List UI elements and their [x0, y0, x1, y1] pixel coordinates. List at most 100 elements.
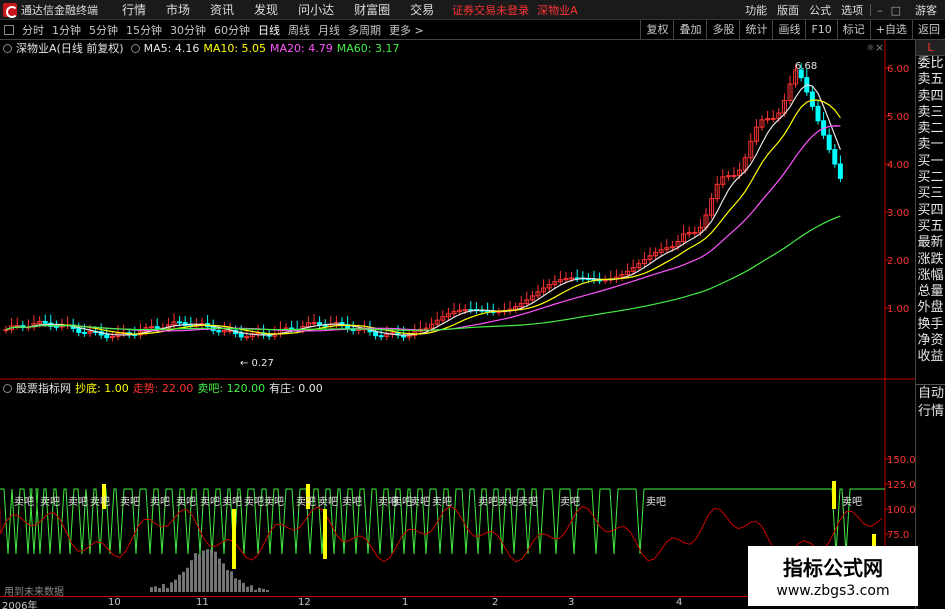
menu-item-wenxiaoda[interactable]: 问小达: [298, 1, 334, 18]
side-item[interactable]: 卖三: [916, 105, 945, 121]
candle-body: [827, 135, 831, 149]
side-item[interactable]: 卖四: [916, 89, 945, 105]
period-15min[interactable]: 15分钟: [126, 22, 162, 38]
btn-stats[interactable]: 统计: [739, 20, 772, 40]
btn-multi-stock[interactable]: 多股: [706, 20, 739, 40]
side-item[interactable]: 涨跌: [916, 252, 945, 268]
side-panel-head[interactable]: L: [916, 40, 945, 56]
btn-back[interactable]: 返回: [912, 20, 945, 40]
sell-label: 卖吧: [646, 496, 666, 508]
side-item[interactable]: 收益: [916, 349, 945, 365]
sell-label: 卖吧: [478, 496, 498, 508]
btn-f10[interactable]: F10: [805, 20, 836, 40]
period-1min[interactable]: 1分钟: [52, 22, 81, 38]
chart-area[interactable]: ⚛ × 卖吧 卖吧 卖吧 卖吧 卖吧 卖吧 卖吧 卖吧 卖吧 卖吧 卖吧 卖吧 卖吧 卖吧 卖吧 卖吧 卖吧 卖吧…: [0, 40, 915, 609]
btn-mark[interactable]: 标记: [837, 20, 870, 40]
menu-item-zixun[interactable]: 资讯: [210, 1, 234, 18]
menu-item-jiaoyi[interactable]: 交易: [410, 1, 434, 18]
close-icon[interactable]: ×: [875, 41, 884, 54]
menu-item-hangqing[interactable]: 行情: [122, 1, 146, 18]
side-item[interactable]: 委比: [916, 56, 945, 72]
legend-toggle-icon[interactable]: [3, 44, 12, 53]
ma-line: [6, 85, 840, 335]
moving-average-group: [6, 85, 840, 335]
side-item[interactable]: 买一: [916, 154, 945, 170]
volume-bar: [234, 578, 237, 592]
side-item[interactable]: 卖五: [916, 72, 945, 88]
date-label: 4: [676, 597, 682, 608]
volume-bar: [250, 585, 253, 592]
maximize-icon[interactable]: □: [891, 4, 901, 17]
sell-label: 卖吧: [432, 496, 452, 508]
side-item[interactable]: 买三: [916, 186, 945, 202]
period-60min[interactable]: 60分钟: [214, 22, 250, 38]
candle-body: [810, 92, 814, 106]
side-item[interactable]: 最新: [916, 235, 945, 251]
sell-label: 卖吧: [120, 496, 140, 508]
side-quote[interactable]: 行情: [916, 403, 945, 421]
sell-label: 卖吧: [150, 496, 170, 508]
date-label: 11: [196, 597, 209, 608]
sell-label: 卖吧: [392, 496, 412, 508]
gear-icon[interactable]: ⚛: [866, 43, 875, 54]
date-label: 3: [568, 597, 574, 608]
menu-function[interactable]: 功能: [745, 2, 767, 18]
menu-formula[interactable]: 公式: [809, 2, 831, 18]
btn-draw-line[interactable]: 画线: [772, 20, 805, 40]
price-tick-label: 3.00: [887, 208, 909, 219]
volume-bar: [158, 588, 161, 592]
btn-overlay[interactable]: 叠加: [673, 20, 706, 40]
zoushi-value: 走势: 22.00: [133, 380, 194, 396]
separator: [870, 4, 871, 16]
period-more[interactable]: 更多 >: [389, 22, 424, 38]
candle-body: [771, 118, 775, 119]
side-item[interactable]: 卖二: [916, 121, 945, 137]
sell-label: 卖吧: [410, 496, 430, 508]
volume-bar: [194, 553, 197, 592]
volume-bar: [162, 584, 165, 592]
sell-label: 卖吧: [90, 496, 110, 508]
signal-bar: [323, 509, 327, 559]
menu-item-faxian[interactable]: 发现: [254, 1, 278, 18]
guest-user[interactable]: 游客: [915, 2, 937, 18]
side-item[interactable]: 买五: [916, 219, 945, 235]
side-item[interactable]: 外盘: [916, 300, 945, 316]
menu-options[interactable]: 选项: [841, 2, 863, 18]
sell-label: 卖吧: [842, 496, 862, 508]
side-item[interactable]: 买二: [916, 170, 945, 186]
menu-layout[interactable]: 版面: [777, 2, 799, 18]
toggle-checkbox[interactable]: [4, 25, 14, 35]
candle-body: [816, 106, 820, 120]
period-fenshi[interactable]: 分时: [22, 22, 44, 38]
ma-line: [6, 216, 840, 330]
period-weekly[interactable]: 周线: [288, 22, 310, 38]
period-multi[interactable]: 多周期: [348, 22, 381, 38]
side-item[interactable]: 换手: [916, 317, 945, 333]
menu-item-shichang[interactable]: 市场: [166, 1, 190, 18]
sell-label: 卖吧: [296, 496, 316, 508]
side-item[interactable]: 卖一: [916, 137, 945, 153]
trade-login-notice[interactable]: 证券交易未登录: [452, 2, 529, 18]
candle-body: [54, 326, 58, 327]
menu-item-caifuquan[interactable]: 财富圈: [354, 1, 390, 18]
candle-body: [379, 336, 383, 337]
period-daily[interactable]: 日线: [258, 22, 280, 38]
legend-toggle-icon[interactable]: [131, 44, 140, 53]
kline-chart-svg[interactable]: ⚛ × 卖吧 卖吧 卖吧 卖吧 卖吧 卖吧 卖吧 卖吧 卖吧 卖吧 卖吧 卖吧 卖吧 卖吧 卖吧卖吧卖吧 卖吧…: [0, 40, 915, 609]
period-monthly[interactable]: 月线: [318, 22, 340, 38]
volume-bar: [174, 580, 177, 592]
side-auto[interactable]: 自动: [916, 385, 945, 403]
minimize-icon[interactable]: –: [877, 4, 883, 17]
sell-label: 卖吧: [244, 496, 264, 508]
btn-add-watchlist[interactable]: +自选: [870, 20, 912, 40]
side-item[interactable]: 买四: [916, 203, 945, 219]
side-item[interactable]: 总量: [916, 284, 945, 300]
side-item[interactable]: 涨幅: [916, 268, 945, 284]
period-5min[interactable]: 5分钟: [89, 22, 118, 38]
candle-body: [570, 278, 574, 279]
date-label: 10: [108, 597, 121, 608]
period-30min[interactable]: 30分钟: [170, 22, 206, 38]
side-item[interactable]: 净资: [916, 333, 945, 349]
btn-fuquan[interactable]: 复权: [640, 20, 673, 40]
legend-toggle-icon[interactable]: [3, 384, 12, 393]
